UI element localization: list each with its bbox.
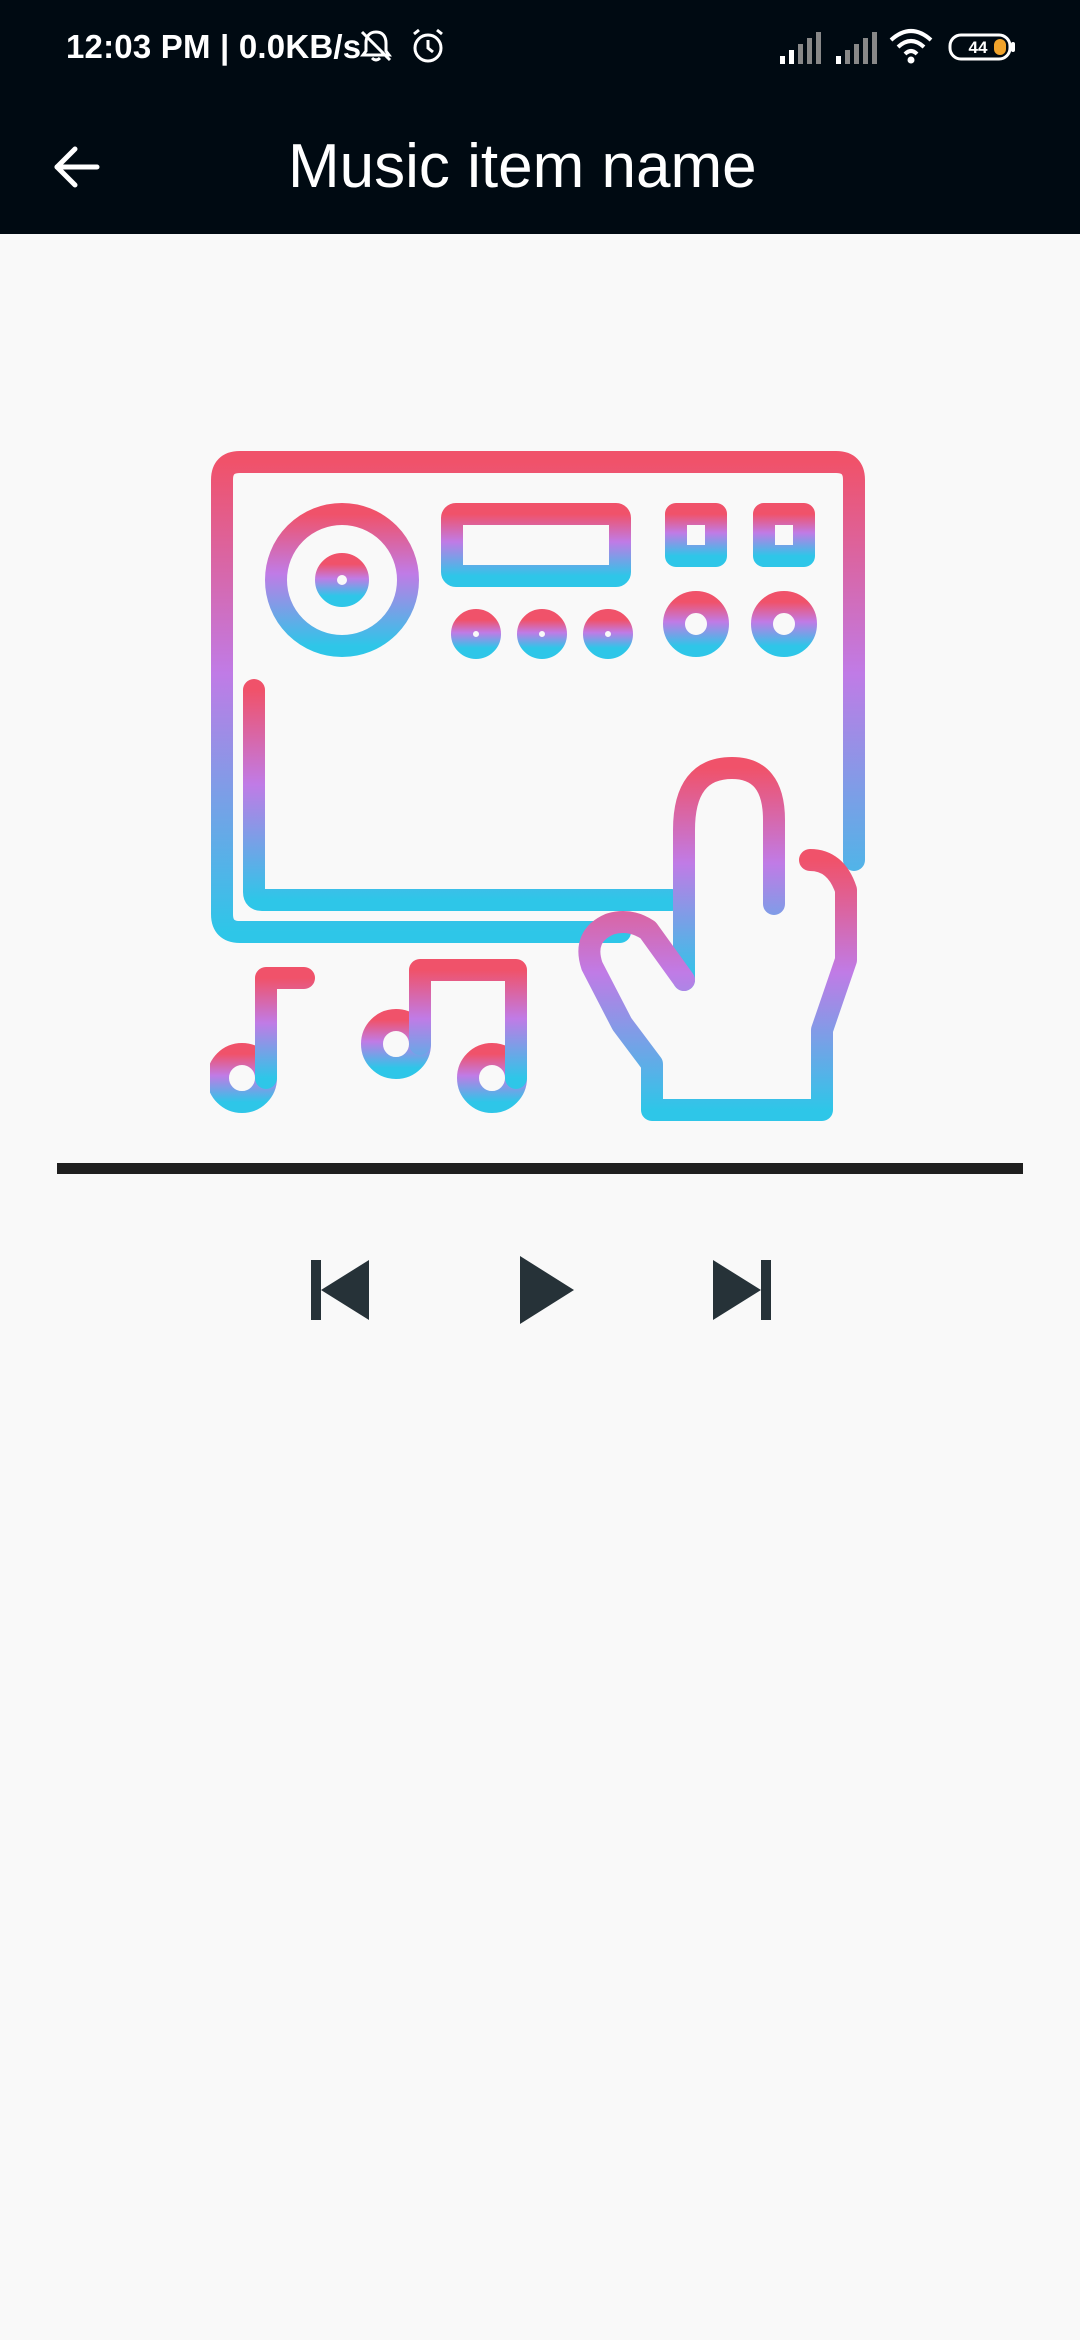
skip-previous-icon — [311, 1260, 369, 1320]
alarm-icon — [408, 26, 448, 71]
status-bar: 12:03 PM | 0.0KB/s 44 — [0, 0, 1080, 100]
mute-bell-icon — [356, 26, 396, 71]
seek-progress — [57, 1163, 1023, 1174]
next-button[interactable] — [697, 1250, 787, 1330]
battery-icon: 44 — [948, 32, 1018, 67]
app-bar: Music item name — [0, 100, 1080, 234]
synthesizer-keyboard-hand-music-notes-icon — [207, 451, 865, 1121]
play-button[interactable] — [502, 1250, 592, 1330]
status-time-speed: 12:03 PM | 0.0KB/s — [66, 28, 362, 65]
signal-icon — [778, 30, 822, 71]
battery-level: 44 — [969, 38, 988, 57]
arrow-left-icon — [54, 146, 100, 188]
seek-bar[interactable] — [57, 1163, 1023, 1174]
signal-icon — [834, 30, 878, 71]
skip-next-icon — [713, 1260, 771, 1320]
previous-button[interactable] — [295, 1250, 385, 1330]
back-button[interactable] — [40, 130, 114, 204]
wifi-icon — [888, 28, 934, 71]
music-artwork — [207, 450, 870, 1130]
page-title: Music item name — [288, 132, 757, 201]
play-icon — [520, 1256, 574, 1324]
